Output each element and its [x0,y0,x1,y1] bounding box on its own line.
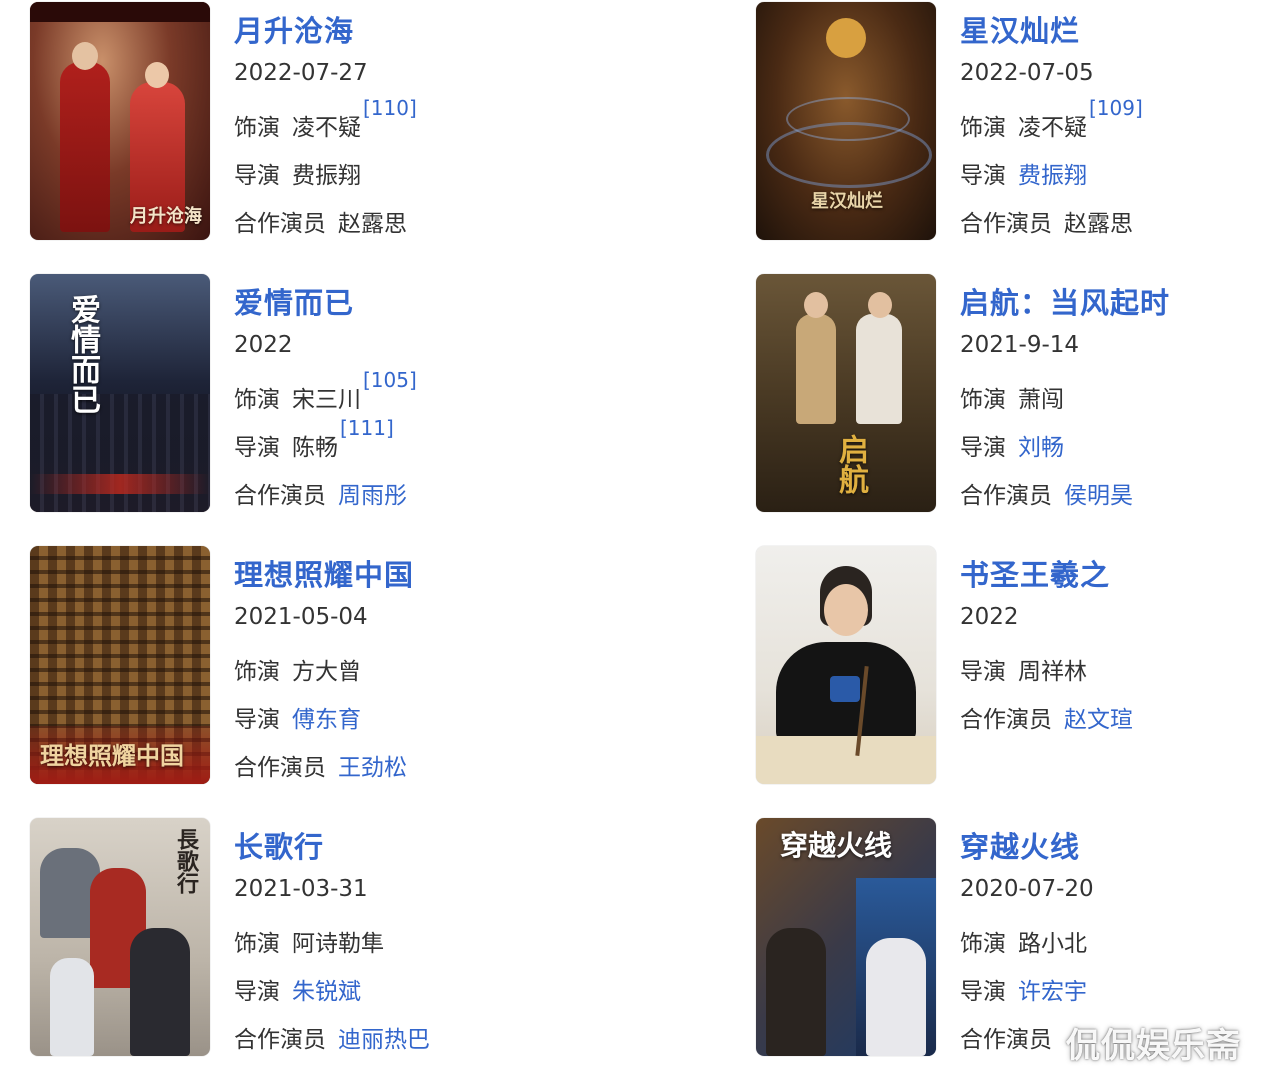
work-title-link[interactable]: 书圣王羲之 [960,552,1110,594]
poster-image[interactable]: 月升沧海 [30,2,210,240]
role-label: 饰演 [234,387,280,413]
director-label: 导演 [960,435,1006,461]
work-card: 爱情而已 爱情而已 2022 饰演 宋三川[105] 导演 陈畅[111] 合作演员… [30,274,590,514]
citation-link[interactable]: [110] [363,96,417,120]
release-date: 2021-05-04 [234,604,368,630]
work-title-link[interactable]: 穿越火线 [960,824,1080,866]
poster-image[interactable]: 理想照耀中国 [30,546,210,784]
work-card: 书圣王羲之 2022 导演 周祥林 合作演员 赵文瑄 [756,546,1268,786]
costar-link[interactable]: 迪丽热巴 [338,1027,430,1053]
director-label: 导演 [234,707,280,733]
poster-title: 理想照耀中国 [40,741,184,770]
role-label: 饰演 [234,659,280,685]
role-value: 凌不疑 [292,115,361,141]
work-title-link[interactable]: 爱情而已 [234,280,354,322]
role-value: 凌不疑 [1018,115,1087,141]
poster-image[interactable]: 長歌行 [30,818,210,1056]
watermark-text: 侃侃娱乐斋 [1066,1026,1241,1066]
costar-label: 合作演员 [960,211,1052,237]
costar-label: 合作演员 [234,211,326,237]
poster-title: 月升沧海 [130,206,202,227]
poster-title: 穿越火线 [780,829,893,862]
director-label: 导演 [960,659,1006,685]
costar-label: 合作演员 [234,1027,326,1053]
work-card: 長歌行 长歌行 2021-03-31 饰演 阿诗勒隼 导演 朱锐斌 合作演员 迪丽热巴 [30,818,590,1058]
release-date: 2022-07-27 [234,60,368,86]
poster-image[interactable]: 穿越火线 [756,818,936,1056]
costar-link[interactable]: 赵文瑄 [1064,707,1133,733]
costar-label: 合作演员 [960,483,1052,509]
costar-label: 合作演员 [960,1027,1052,1053]
release-date: 2022 [234,332,293,358]
work-title-link[interactable]: 理想照耀中国 [234,552,414,594]
poster-title: 爱情而已 [65,294,100,414]
poster-image[interactable] [756,546,936,784]
work-title-link[interactable]: 月升沧海 [234,8,354,50]
costar-label: 合作演员 [960,707,1052,733]
role-label: 饰演 [960,115,1006,141]
poster-title: 長歌行 [173,828,199,894]
director-link[interactable]: 傅东育 [292,707,361,733]
director-link[interactable]: 许宏宇 [1018,979,1087,1005]
director-label: 导演 [234,979,280,1005]
costar-link[interactable]: 王劲松 [338,755,407,781]
costar-label: 合作演员 [234,483,326,509]
director-link[interactable]: 朱锐斌 [292,979,361,1005]
director-link[interactable]: 费振翔 [1018,163,1087,189]
work-title-link[interactable]: 长歌行 [234,824,324,866]
release-date: 2021-03-31 [234,876,368,902]
director-value: 陈畅 [292,435,338,461]
director-label: 导演 [234,435,280,461]
release-date: 2020-07-20 [960,876,1094,902]
costar-value: 赵露思 [338,211,407,237]
work-card: 星汉灿烂 星汉灿烂 2022-07-05 饰演 凌不疑[109] 导演 费振翔 合作… [756,2,1268,242]
role-value: 阿诗勒隼 [292,931,384,957]
role-label: 饰演 [960,931,1006,957]
poster-image[interactable]: 星汉灿烂 [756,2,936,240]
poster-title: 星汉灿烂 [811,191,883,212]
work-card: 月升沧海 月升沧海 2022-07-27 饰演 凌不疑[110] 导演 费振翔 合作… [30,2,590,242]
role-value: 萧闯 [1018,387,1064,413]
citation-link[interactable]: [111] [340,416,394,440]
director-label: 导演 [234,163,280,189]
role-label: 饰演 [234,931,280,957]
release-date: 2021-9-14 [960,332,1080,358]
costar-label: 合作演员 [234,755,326,781]
director-link[interactable]: 刘畅 [1018,435,1064,461]
costar-link[interactable]: 侯明昊 [1064,483,1133,509]
work-card: 启航 启航：当风起时 2021-9-14 饰演 萧闯 导演 刘畅 合作演员 侯明昊 [756,274,1268,514]
role-label: 饰演 [960,387,1006,413]
role-value: 宋三川 [292,387,361,413]
director-label: 导演 [960,163,1006,189]
work-title-link[interactable]: 星汉灿烂 [960,8,1080,50]
costar-value: 赵露思 [1064,211,1133,237]
poster-image[interactable]: 启航 [756,274,936,512]
poster-title: 启航 [833,434,868,494]
release-date: 2022-07-05 [960,60,1094,86]
work-card: 理想照耀中国 理想照耀中国 2021-05-04 饰演 方大曾 导演 傅东育 合作演… [30,546,590,786]
release-date: 2022 [960,604,1019,630]
work-title-link[interactable]: 启航：当风起时 [960,280,1170,322]
director-value: 周祥林 [1018,659,1087,685]
citation-link[interactable]: [105] [363,368,417,392]
costar-link[interactable]: 周雨彤 [338,483,407,509]
role-label: 饰演 [234,115,280,141]
director-label: 导演 [960,979,1006,1005]
role-value: 方大曾 [292,659,361,685]
poster-image[interactable]: 爱情而已 [30,274,210,512]
role-value: 路小北 [1018,931,1087,957]
citation-link[interactable]: [109] [1089,96,1143,120]
director-value: 费振翔 [292,163,361,189]
